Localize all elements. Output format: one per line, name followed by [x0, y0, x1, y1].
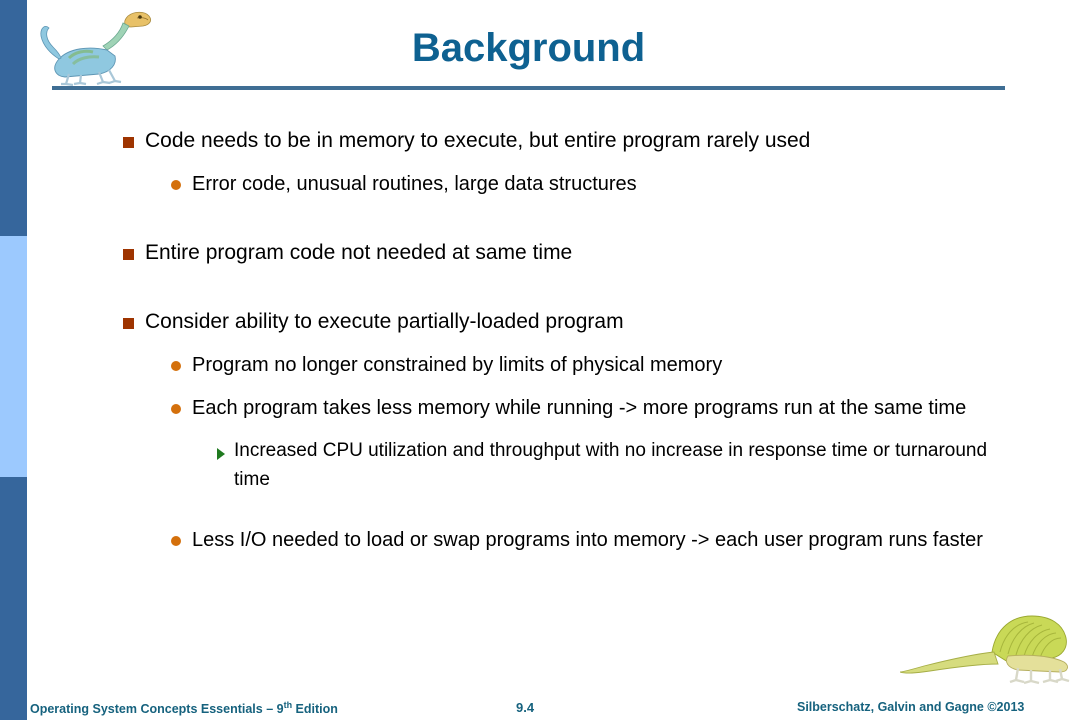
list-item: Less I/O needed to load or swap programs…: [160, 525, 1080, 555]
footer-book-title: Operating System Concepts Essentials – 9…: [30, 700, 338, 716]
slide-canvas: Background Code needs to be in memory to…: [0, 0, 1080, 720]
list-item-label: Error code, unusual routines, large data…: [192, 173, 637, 195]
title-divider: [52, 86, 1005, 90]
list-item-label: Increased CPU utilization and throughput…: [234, 440, 988, 490]
square-bullet-icon: [112, 238, 145, 260]
slide-content: Code needs to be in memory to execute, b…: [0, 126, 1080, 555]
list-item: Program no longer constrained by limits …: [160, 350, 1080, 380]
triangle-bullet-icon: [208, 436, 234, 460]
circle-bullet-icon: [160, 350, 192, 371]
list-item-label: Program no longer constrained by limits …: [192, 354, 723, 376]
footer-book-title-tail: Edition: [292, 702, 338, 717]
square-bullet-icon: [112, 126, 145, 148]
footer-book-title-main: Operating System Concepts Essentials – 9: [30, 702, 284, 717]
circle-bullet-icon: [160, 525, 192, 546]
list-item: Code needs to be in memory to execute, b…: [112, 126, 1080, 156]
list-item-label: Each program takes less memory while run…: [192, 397, 967, 419]
list-item: Entire program code not needed at same t…: [112, 238, 1080, 268]
footer-book-title-ordinal: th: [283, 700, 293, 710]
list-item-label: Consider ability to execute partially-lo…: [145, 310, 624, 333]
list-item: Consider ability to execute partially-lo…: [112, 307, 1080, 337]
list-item-label: Less I/O needed to load or swap programs…: [192, 529, 983, 551]
page-title: Background: [411, 26, 646, 70]
list-item: Each program takes less memory while run…: [160, 393, 1080, 423]
circle-bullet-icon: [160, 169, 192, 190]
footer-page-number: 9.4: [516, 700, 535, 715]
list-item-label: Code needs to be in memory to execute, b…: [145, 129, 811, 152]
dinosaur-sailback-icon: [900, 615, 1070, 685]
list-item-label: Entire program code not needed at same t…: [145, 241, 573, 264]
footer-copyright: Silberschatz, Galvin and Gagne ©2013: [797, 700, 1025, 714]
circle-bullet-icon: [160, 393, 192, 414]
list-item: Error code, unusual routines, large data…: [160, 169, 1080, 199]
list-item: Increased CPU utilization and throughput…: [208, 436, 1080, 494]
square-bullet-icon: [112, 307, 145, 329]
